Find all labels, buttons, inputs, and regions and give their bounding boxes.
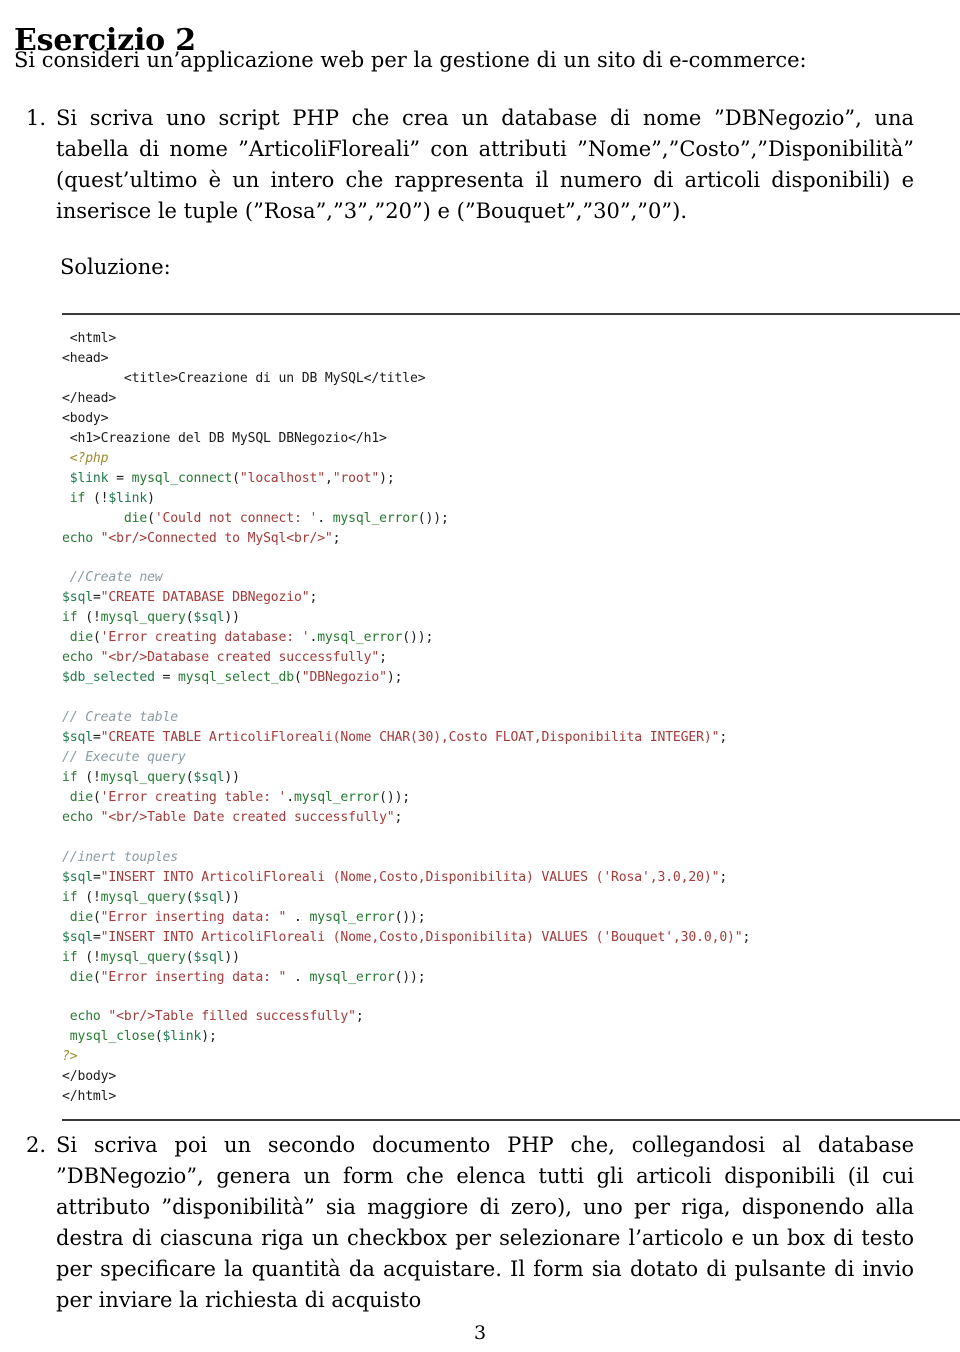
soluzione-label: Soluzione:: [60, 255, 171, 279]
page-number: 3: [473, 1322, 487, 1344]
list-item: 2. Si scriva poi un secondo documento PH…: [14, 1130, 914, 1316]
document-page: Esercizio 2 Si consideri un’applicazione…: [0, 0, 960, 1352]
list-item-number: 2.: [25, 1133, 46, 1157]
code-listing: <html> <head> <title>Creazione di un DB …: [62, 331, 751, 1105]
code-block: <html> <head> <title>Creazione di un DB …: [62, 313, 960, 1122]
list-item: 1. Si scriva uno script PHP che crea un …: [14, 103, 914, 227]
list-item-text: Si scriva uno script PHP che crea un dat…: [56, 106, 914, 223]
intro-paragraph: Si consideri un’applicazione web per la …: [14, 48, 807, 72]
list-item-text: Si scriva poi un secondo documento PHP c…: [56, 1133, 914, 1312]
list-item-number: 1.: [25, 106, 46, 130]
